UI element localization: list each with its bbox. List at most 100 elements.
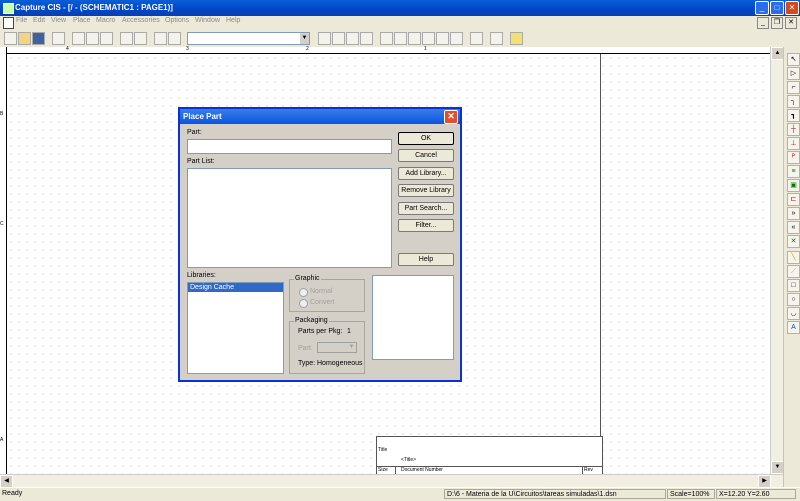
libraries-list[interactable]: Design Cache — [187, 282, 284, 374]
menu-help[interactable]: Help — [226, 17, 240, 24]
part-preview — [372, 275, 454, 360]
place-bus-entry-icon[interactable]: ⊥ — [787, 137, 800, 150]
part-combo[interactable]: ▼ — [187, 32, 310, 45]
save-icon[interactable] — [32, 32, 45, 45]
place-rectangle-icon[interactable]: □ — [787, 279, 800, 292]
place-text-icon[interactable]: A — [787, 321, 800, 334]
open-folder-icon[interactable] — [18, 32, 31, 45]
place-line-icon[interactable]: ╲ — [787, 251, 800, 264]
cross-reference-icon[interactable] — [436, 32, 449, 45]
help-icon[interactable] — [510, 32, 523, 45]
undo-icon[interactable] — [120, 32, 133, 45]
cut-icon[interactable] — [72, 32, 85, 45]
cancel-button[interactable]: Cancel — [398, 149, 454, 162]
left-ruler: B C A — [0, 47, 7, 474]
hierarchy-icon[interactable] — [168, 32, 181, 45]
zoom-out-icon[interactable] — [332, 32, 345, 45]
select-tool-icon[interactable]: ↖ — [787, 53, 800, 66]
page-icon[interactable] — [154, 32, 167, 45]
document-icon[interactable] — [3, 17, 14, 29]
normal-radio[interactable] — [299, 288, 308, 297]
place-wire-icon[interactable]: ⌐ — [787, 81, 800, 94]
place-part-icon[interactable]: ▷ — [787, 67, 800, 80]
drc-icon[interactable] — [408, 32, 421, 45]
bom-icon[interactable] — [450, 32, 463, 45]
title-block: Title <Title> Size Document Number Rev — [376, 436, 603, 476]
menu-options[interactable]: Options — [165, 17, 189, 24]
packaging-part-select[interactable]: ▼ — [317, 342, 357, 353]
place-off-page-icon[interactable]: « — [787, 221, 800, 234]
back-annotate-icon[interactable] — [394, 32, 407, 45]
minimize-button[interactable]: _ — [755, 1, 769, 15]
place-port-icon[interactable]: ⊏ — [787, 193, 800, 206]
place-hierarchical-block-icon[interactable]: ▣ — [787, 179, 800, 192]
status-coordinates: X=12.20 Y=2.60 — [716, 489, 796, 499]
titleblock-size-label: Size — [378, 467, 388, 473]
zoom-in-icon[interactable] — [318, 32, 331, 45]
maximize-button[interactable]: □ — [770, 1, 784, 15]
status-scale: Scale=100% — [667, 489, 715, 499]
titleblock-title-value: <Title> — [401, 457, 417, 463]
place-power-icon[interactable]: ᴾ — [787, 151, 800, 164]
packaging-group-label: Packaging — [294, 317, 329, 324]
new-file-icon[interactable] — [4, 32, 17, 45]
netlist-icon[interactable] — [422, 32, 435, 45]
place-no-connect-icon[interactable]: ✕ — [787, 235, 800, 248]
place-net-alias-icon[interactable]: ┐ — [787, 95, 800, 108]
menu-view[interactable]: View — [51, 17, 66, 24]
parts-per-pkg-label: Parts per Pkg: — [298, 328, 343, 335]
remove-library-button[interactable]: Remove Library — [398, 184, 454, 197]
part-input[interactable] — [187, 139, 392, 154]
parts-per-pkg-value: 1 — [347, 328, 351, 335]
ruler-mark: 1 — [424, 46, 427, 52]
place-polyline-icon[interactable]: ⟋ — [787, 265, 800, 278]
redo-icon[interactable] — [134, 32, 147, 45]
add-library-button[interactable]: Add Library... — [398, 167, 454, 180]
mdi-restore-button[interactable]: ❐ — [771, 17, 783, 29]
part-list[interactable] — [187, 168, 392, 268]
library-item-design-cache[interactable]: Design Cache — [188, 283, 283, 292]
part-search-button[interactable]: Part Search... — [398, 202, 454, 215]
place-ground-icon[interactable]: ≡ — [787, 165, 800, 178]
filter-button[interactable]: Filter... — [398, 219, 454, 232]
menu-file[interactable]: File — [16, 17, 27, 24]
place-arc-icon[interactable]: ◡ — [787, 307, 800, 320]
menu-accessories[interactable]: Accessories — [122, 17, 160, 24]
paste-icon[interactable] — [100, 32, 113, 45]
project-manager-icon[interactable] — [490, 32, 503, 45]
packaging-part-label: Part: — [298, 345, 313, 352]
mdi-close-button[interactable]: ✕ — [785, 17, 797, 29]
chevron-down-icon[interactable]: ▼ — [300, 33, 309, 44]
window-title: Capture CIS - [/ - (SCHEMATIC1 : PAGE1)] — [15, 3, 173, 12]
ok-button[interactable]: OK — [398, 132, 454, 145]
dialog-close-icon[interactable]: ✕ — [444, 110, 458, 124]
normal-radio-label: Normal — [310, 288, 333, 295]
zoom-all-icon[interactable] — [360, 32, 373, 45]
print-icon[interactable] — [52, 32, 65, 45]
snap-grid-icon[interactable] — [470, 32, 483, 45]
ruler-mark: 3 — [186, 46, 189, 52]
vertical-scrollbar[interactable]: ▲ ▼ — [770, 47, 784, 474]
zoom-area-icon[interactable] — [346, 32, 359, 45]
dialog-title-bar[interactable]: Place Part ✕ — [180, 109, 460, 124]
menu-window[interactable]: Window — [195, 17, 220, 24]
mdi-minimize-button[interactable]: _ — [757, 17, 769, 29]
graphic-group-label: Graphic — [294, 275, 321, 282]
convert-radio[interactable] — [299, 299, 308, 308]
horizontal-scrollbar[interactable]: ◀ ▶ — [0, 474, 783, 488]
copy-icon[interactable] — [86, 32, 99, 45]
place-junction-icon[interactable]: ┼ — [787, 123, 800, 136]
packaging-group: Packaging Parts per Pkg: 1 Part: ▼ Type:… — [289, 317, 365, 374]
place-bus-icon[interactable]: ┓ — [787, 109, 800, 122]
part-label: Part: — [187, 129, 202, 136]
menu-edit[interactable]: Edit — [33, 17, 45, 24]
title-bar: Capture CIS - [/ - (SCHEMATIC1 : PAGE1)]… — [0, 0, 800, 16]
close-button[interactable]: ✕ — [785, 1, 799, 15]
annotate-icon[interactable] — [380, 32, 393, 45]
menu-place[interactable]: Place — [73, 17, 91, 24]
titleblock-doc-label: Document Number — [401, 467, 443, 473]
help-button[interactable]: Help — [398, 253, 454, 266]
place-ellipse-icon[interactable]: ○ — [787, 293, 800, 306]
place-pin-icon[interactable]: » — [787, 207, 800, 220]
menu-macro[interactable]: Macro — [96, 17, 115, 24]
